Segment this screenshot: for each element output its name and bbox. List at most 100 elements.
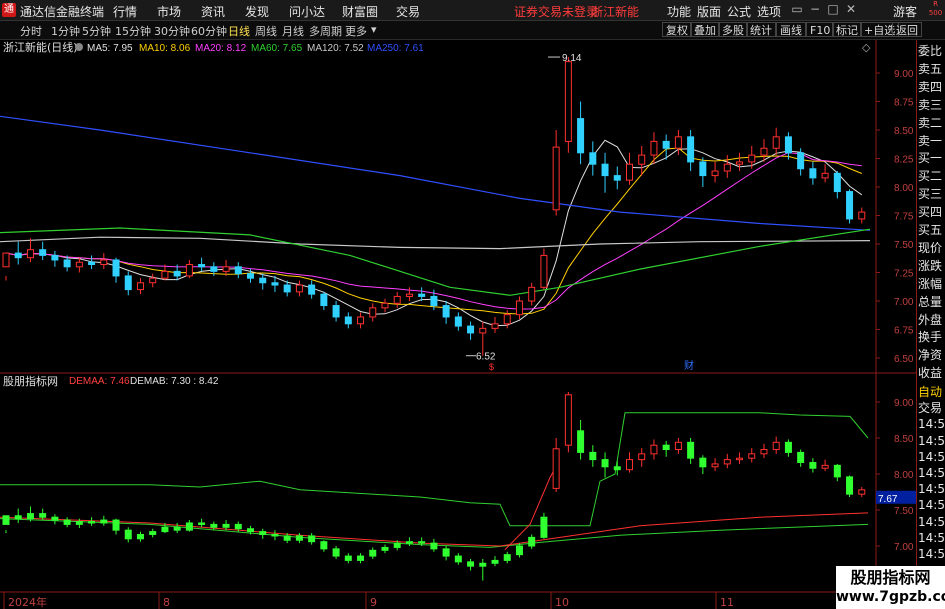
sub-y-tick-label: 8.00	[894, 470, 914, 481]
tf-1min[interactable]: 1分钟	[51, 23, 80, 39]
sub-candle	[638, 453, 646, 461]
sidebar-item[interactable]: 涨跌	[918, 259, 945, 273]
login-alert[interactable]: 证券交易未登录	[514, 3, 598, 20]
tf-daily[interactable]: 日线	[228, 23, 250, 39]
candle-up	[222, 266, 230, 272]
main-y-tick-label: 6.50	[894, 354, 914, 365]
menu-formula[interactable]: 公式	[727, 3, 751, 20]
menu-markets[interactable]: 市场	[157, 3, 181, 20]
main-indicator-label: MA20: 8.12	[195, 43, 247, 54]
app-logo-icon: 通	[2, 3, 16, 17]
sub-candle	[479, 562, 487, 567]
sub-candle	[528, 536, 536, 547]
menu-trade[interactable]: 交易	[396, 3, 420, 20]
sidebar-item[interactable]: 卖二	[918, 116, 945, 130]
sub-candle	[381, 546, 389, 551]
tf-weekly[interactable]: 周线	[255, 23, 277, 39]
x-axis-label: 11	[720, 596, 734, 609]
restore-icon[interactable]: ▭	[790, 2, 804, 16]
sidebar-item[interactable]: 14:56	[918, 434, 945, 448]
btn-stats[interactable]: 统计	[746, 22, 776, 37]
btn-mark[interactable]: 标记	[832, 22, 862, 37]
menu-options[interactable]: 选项	[757, 3, 781, 20]
sub-candle	[748, 453, 756, 459]
sub-candle	[357, 555, 365, 561]
sub-y-tick-label: 7.00	[894, 542, 914, 553]
menu-functions[interactable]: 功能	[667, 3, 691, 20]
sidebar-item[interactable]: 总量	[918, 295, 945, 309]
main-y-tick-label: 8.75	[894, 98, 914, 109]
menu-market[interactable]: 行情	[113, 3, 137, 20]
sidebar-item[interactable]: 买四	[918, 205, 945, 219]
tf-intraday[interactable]: 分时	[20, 23, 42, 39]
sub-candle	[577, 430, 585, 453]
menu-layout[interactable]: 版面	[697, 3, 721, 20]
menu-news[interactable]: 资讯	[201, 3, 225, 20]
sidebar-item[interactable]: 14:56	[918, 417, 945, 431]
candle-down	[39, 249, 47, 256]
candle-up	[858, 211, 866, 220]
sidebar-item[interactable]: 14:56	[918, 531, 945, 545]
sub-panel-title: 股朋指标网	[3, 374, 58, 388]
minimize-icon[interactable]: −	[808, 2, 822, 16]
sidebar-item[interactable]: 卖五	[918, 62, 945, 76]
sidebar-item[interactable]: 卖三	[918, 98, 945, 112]
main-indicator-label: MA10: 8.06	[139, 43, 191, 54]
menu-ask[interactable]: 问小达	[289, 3, 325, 20]
tf-15min[interactable]: 15分钟	[115, 23, 151, 39]
sidebar-item[interactable]: 14:56	[918, 498, 945, 512]
candle-up	[748, 154, 756, 163]
sidebar-item[interactable]: 14:56	[918, 515, 945, 529]
sub-candle	[332, 548, 340, 557]
guest-label[interactable]: 游客	[893, 3, 917, 20]
sidebar-item[interactable]: 14:56	[918, 482, 945, 496]
sidebar-item[interactable]: 买一	[918, 151, 945, 165]
sidebar-item[interactable]: 卖一	[918, 134, 945, 148]
close-icon[interactable]: ✕	[844, 2, 858, 16]
tf-monthly[interactable]: 月线	[282, 23, 304, 39]
sidebar-item[interactable]: 净资	[918, 348, 945, 362]
sidebar-item[interactable]: 卖四	[918, 80, 945, 94]
maximize-icon[interactable]: □	[826, 2, 840, 16]
sidebar-item[interactable]: 收益	[918, 366, 945, 380]
candle-up	[149, 277, 157, 284]
sub-candle	[821, 464, 829, 469]
ma120-line	[0, 236, 871, 250]
btn-overlay[interactable]: 叠加	[690, 22, 720, 37]
menu-discover[interactable]: 发现	[245, 3, 269, 20]
sub-candle	[39, 513, 47, 518]
candle-down	[247, 273, 255, 279]
tf-5min[interactable]: 5分钟	[82, 23, 111, 39]
btn-f10[interactable]: F10	[806, 22, 835, 37]
sidebar-item[interactable]: 委比	[918, 44, 945, 58]
sidebar-item[interactable]: 14:56	[918, 450, 945, 464]
sub-candle	[601, 459, 609, 468]
sidebar-item[interactable]: 涨幅	[918, 277, 945, 291]
level2-badge[interactable]: R 500	[926, 0, 945, 20]
sidebar-item[interactable]: 换手	[918, 330, 945, 344]
sidebar-item[interactable]: 现价	[918, 241, 945, 255]
btn-back[interactable]: 返回	[892, 22, 922, 37]
tf-multi[interactable]: 多周期	[309, 23, 342, 39]
sidebar-item[interactable]: 买五	[918, 223, 945, 237]
sub-candle	[393, 542, 401, 548]
btn-multistock[interactable]: 多股	[718, 22, 748, 37]
watermark-line2: www.7gpzb.com	[836, 589, 945, 605]
btn-draw[interactable]: 画线	[776, 22, 806, 37]
kline-chart[interactable]: 9.00 8.75 8.50 8.25 8.00 7.75 7.50 7.25 7.00 6.75…	[0, 40, 918, 609]
sidebar-item[interactable]: 交易	[918, 401, 945, 415]
tf-60min[interactable]: 60分钟	[191, 23, 227, 39]
chevron-down-icon[interactable]: ▾	[371, 23, 377, 36]
menu-wealth[interactable]: 财富圈	[342, 3, 378, 20]
candle-down	[589, 152, 597, 165]
tf-30min[interactable]: 30分钟	[154, 23, 190, 39]
sub-candle	[418, 541, 426, 544]
btn-adjust[interactable]: 复权	[662, 22, 692, 37]
sidebar-item[interactable]: 自动	[918, 385, 945, 399]
sidebar-item[interactable]: 买二	[918, 169, 945, 183]
sidebar-item[interactable]: 14:56	[918, 547, 945, 561]
tf-more[interactable]: 更多	[345, 23, 367, 39]
sidebar-item[interactable]: 外盘	[918, 313, 945, 327]
sidebar-item[interactable]: 14:56	[918, 466, 945, 480]
sidebar-item[interactable]: 买三	[918, 187, 945, 201]
